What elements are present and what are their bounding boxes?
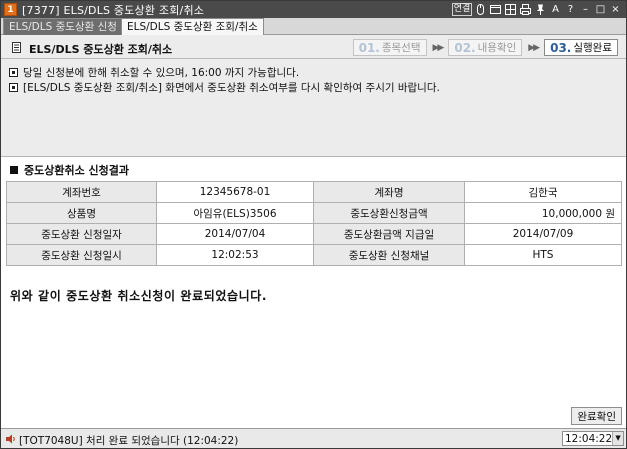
notice-item: [ELS/DLS 중도상환 조회/취소] 화면에서 중도상환 취소여부를 다시 … xyxy=(9,80,440,95)
step-select-item: 01. 종목선택 xyxy=(352,39,427,56)
redemption-amount-value: 10,000,000 원 xyxy=(464,202,622,224)
step-arrow-icon: ▶▶ xyxy=(528,42,540,53)
page-title: ELS/DLS 중도상환 조회/취소 xyxy=(29,43,173,56)
table-row: 중도상환 신청일자 2014/07/04 중도상환금액 지급일 2014/07/… xyxy=(6,223,622,245)
link-icon[interactable]: 연결 xyxy=(452,3,472,16)
notice-text: [ELS/DLS 중도상환 조회/취소] 화면에서 중도상환 취소여부를 다시 … xyxy=(23,82,440,94)
tab-els-dls-apply[interactable]: ELS/DLS 중도상환 신청 xyxy=(3,18,123,35)
mouse-icon[interactable] xyxy=(474,3,487,16)
maximize-icon[interactable]: □ xyxy=(594,3,607,16)
request-time-value: 12:02:53 xyxy=(156,244,314,266)
result-panel: 중도상환취소 신청결과 계좌번호 12345678-01 계좌명 김한국 상품명… xyxy=(1,156,626,428)
table-row: 계좌번호 12345678-01 계좌명 김한국 xyxy=(6,181,622,203)
page-header: ELS/DLS 중도상환 조회/취소 01. 종목선택 ▶▶ 02. 내용확인 … xyxy=(1,36,626,59)
step-number: 02. xyxy=(454,40,476,55)
step-indicator: 01. 종목선택 ▶▶ 02. 내용확인 ▶▶ 03. 실행완료 xyxy=(352,39,618,56)
status-time-value: 12:04:22 xyxy=(565,432,613,445)
title-toolbar: 연결 A ? – □ × xyxy=(452,3,622,16)
request-channel-label: 중도상환 신청채널 xyxy=(313,244,465,266)
section-title: 중도상환취소 신청결과 xyxy=(10,162,129,178)
account-number-value: 12345678-01 xyxy=(156,181,314,203)
status-message: [TOT7048U] 처리 완료 되었습니다 (12:04:22) xyxy=(19,435,239,447)
square-bullet-icon xyxy=(10,166,18,174)
completion-message: 위와 같이 중도상환 취소신청이 완료되었습니다. xyxy=(10,289,268,303)
step-number: 01. xyxy=(358,40,380,55)
table-row: 상품명 아임유(ELS)3506 중도상환신청금액 10,000,000 원 xyxy=(6,202,622,224)
chevron-down-icon[interactable]: ▼ xyxy=(612,432,623,445)
status-bar: [TOT7048U] 처리 완료 되었습니다 (12:04:22) 12:04:… xyxy=(1,428,626,448)
bullet-icon xyxy=(9,68,18,77)
pin-icon[interactable] xyxy=(534,3,547,16)
window-icon[interactable] xyxy=(489,3,502,16)
account-name-label: 계좌명 xyxy=(313,181,465,203)
minimize-icon[interactable]: – xyxy=(579,3,592,16)
print-icon[interactable] xyxy=(519,3,532,16)
tab-els-dls-inquiry-cancel[interactable]: ELS/DLS 중도상환 조회/취소 xyxy=(121,18,264,35)
payment-date-label: 중도상환금액 지급일 xyxy=(313,223,465,245)
close-icon[interactable]: × xyxy=(609,3,622,16)
request-date-value: 2014/07/04 xyxy=(156,223,314,245)
document-icon xyxy=(12,42,21,53)
bullet-icon xyxy=(9,83,18,92)
step-arrow-icon: ▶▶ xyxy=(432,42,445,53)
product-name-value: 아임유(ELS)3506 xyxy=(156,202,314,224)
request-date-label: 중도상환 신청일자 xyxy=(6,223,157,245)
tab-bar: ELS/DLS 중도상환 신청 ELS/DLS 중도상환 조회/취소 xyxy=(1,18,626,35)
complete-confirm-button[interactable]: 완료확인 xyxy=(571,407,622,425)
step-confirm-content: 02. 내용확인 xyxy=(448,39,523,56)
window-title: [7377] ELS/DLS 중도상환 조회/취소 xyxy=(22,3,205,17)
step-number: 03. xyxy=(550,40,572,55)
request-time-label: 중도상환 신청일시 xyxy=(6,244,157,266)
step-label: 종목선택 xyxy=(381,42,421,54)
app-badge: 1 xyxy=(4,3,17,16)
status-time-select[interactable]: 12:04:22 ▼ xyxy=(562,431,624,446)
result-table: 계좌번호 12345678-01 계좌명 김한국 상품명 아임유(ELS)350… xyxy=(6,181,622,266)
request-channel-value: HTS xyxy=(464,244,622,266)
step-label: 내용확인 xyxy=(477,42,517,54)
notice-item: 당일 신청분에 한해 취소할 수 있으며, 16:00 까지 가능합니다. xyxy=(9,65,299,80)
table-row: 중도상환 신청일시 12:02:53 중도상환 신청채널 HTS xyxy=(6,244,622,266)
zoom-text-icon[interactable]: A xyxy=(549,3,562,16)
title-bar[interactable]: 1 [7377] ELS/DLS 중도상환 조회/취소 연결 A ? – □ × xyxy=(1,1,626,18)
main-window: 1 [7377] ELS/DLS 중도상환 조회/취소 연결 A ? – □ × xyxy=(0,0,627,449)
speaker-icon[interactable] xyxy=(5,433,17,445)
step-execution-complete: 03. 실행완료 xyxy=(544,39,618,56)
payment-date-value: 2014/07/09 xyxy=(464,223,622,245)
notice-text: 당일 신청분에 한해 취소할 수 있으며, 16:00 까지 가능합니다. xyxy=(23,67,300,79)
redemption-amount-label: 중도상환신청금액 xyxy=(313,202,465,224)
section-title-text: 중도상환취소 신청결과 xyxy=(24,164,130,177)
step-label: 실행완료 xyxy=(573,42,612,54)
account-name-value: 김한국 xyxy=(464,181,622,203)
product-name-label: 상품명 xyxy=(6,202,157,224)
help-icon[interactable]: ? xyxy=(564,3,577,16)
notice-area: 당일 신청분에 한해 취소할 수 있으며, 16:00 까지 가능합니다. [E… xyxy=(1,60,626,156)
account-number-label: 계좌번호 xyxy=(6,181,157,203)
grid-icon[interactable] xyxy=(504,3,517,16)
